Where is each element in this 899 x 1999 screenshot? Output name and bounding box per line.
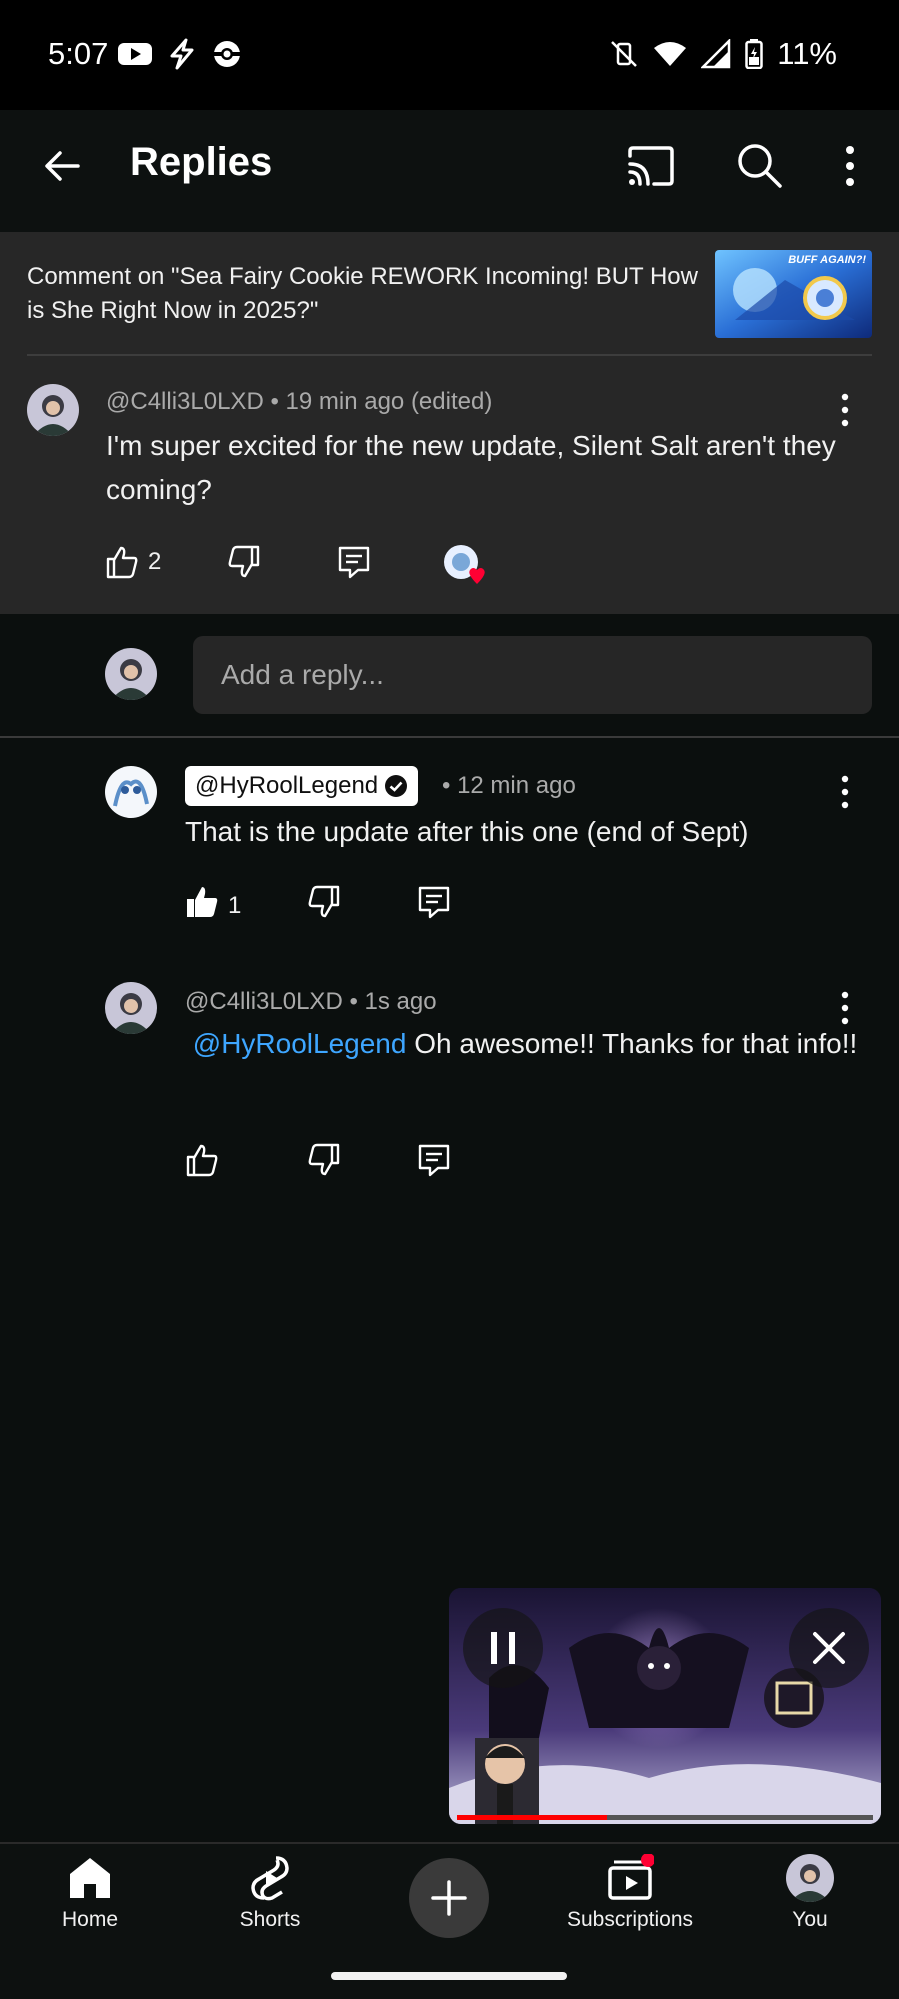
avatar[interactable] [27,384,79,436]
subscriptions-icon [608,1854,654,1900]
flash-app-icon [170,38,194,70]
reply-icon[interactable] [336,544,372,580]
page-title: Replies [130,140,273,184]
mention-link[interactable]: @HyRoolLegend [193,1028,407,1059]
close-mini-player-button[interactable] [789,1608,869,1688]
profile-avatar-icon [786,1854,834,1902]
reply-author-line: @C4lli3L0LXD • 1s ago [185,988,437,1016]
divider [27,354,872,356]
home-filled-icon [70,1858,110,1898]
creator-avatar-image [105,766,157,818]
divider [0,736,899,738]
home-indicator[interactable] [331,1972,567,1980]
nav-you-label: You [792,1908,828,1931]
creator-avatar-heart-icon [444,545,485,584]
comment-author[interactable]: @C4lli3L0LXD • 19 min ago (edited) [106,388,492,416]
youtube-notification-icon [118,43,152,65]
like-icon[interactable] [104,544,140,580]
nav-shorts-label: Shorts [239,1908,301,1931]
nav-you[interactable]: You [730,1854,890,1932]
reply-text: That is the update after this one (end o… [185,816,749,847]
pause-button[interactable] [463,1608,543,1688]
nav-subscriptions[interactable]: Subscriptions [550,1854,710,1932]
nav-home[interactable]: Home [10,1854,170,1932]
comment-text: I'm super excited for the new update, Si… [106,430,836,505]
status-bar: 5:07 11% [0,0,899,110]
like-count: 1 [228,892,242,919]
status-right-icons: 11% [609,36,837,72]
like-filled-icon[interactable] [184,884,220,920]
creator-heart-badge [443,544,487,588]
reply-text: Oh awesome!! Thanks for that info!! [414,1028,858,1059]
plus-icon [431,1880,467,1916]
comment-on-video-title[interactable]: Comment on "Sea Fairy Cookie REWORK Inco… [27,260,707,328]
nav-subscriptions-label: Subscriptions [566,1908,694,1931]
close-icon [813,1632,845,1664]
thumbnail-caption: BUFF AGAIN?! [788,254,866,266]
like-count: 2 [148,548,162,575]
parent-comment-panel: Comment on "Sea Fairy Cookie REWORK Inco… [0,232,899,614]
search-icon[interactable] [734,140,784,190]
comment-meta: • 19 min ago (edited) [270,388,493,415]
dislike-icon[interactable] [306,884,342,920]
verified-check-icon [385,775,408,797]
creator-handle-chip[interactable]: @HyRoolLegend [185,766,419,806]
app-bar: Replies [0,110,899,232]
reply-meta: • 1s ago [349,988,437,1015]
dislike-icon[interactable] [226,544,262,580]
create-button[interactable] [409,1858,489,1938]
user-avatar-image [105,648,157,700]
user-avatar-image [27,384,79,436]
avatar[interactable] [105,982,157,1034]
current-user-avatar [105,648,157,700]
user-avatar-image [105,982,157,1034]
reply-author: @HyRoolLegend [195,772,379,799]
reply-text-container: @HyRoolLegend Oh awesome!! Thanks for th… [185,1022,865,1066]
cell-signal-icon [701,39,731,69]
vibrate-off-icon [611,41,638,67]
cast-icon[interactable] [626,142,676,190]
dislike-icon[interactable] [306,1142,342,1178]
avatar[interactable] [105,766,157,818]
reply-meta: • 12 min ago [442,772,576,799]
back-arrow-icon[interactable] [38,142,86,190]
like-icon[interactable] [184,1142,220,1178]
wifi-icon [654,42,687,66]
reply-icon[interactable] [416,1142,452,1178]
battery-percent: 11% [777,36,837,71]
nav-home-label: Home [61,1908,119,1931]
status-notification-icons [118,38,242,70]
battery-icon [745,39,763,69]
pause-icon [491,1632,515,1664]
status-time: 5:07 [48,36,109,71]
nav-shorts[interactable]: Shorts [190,1854,350,1932]
shorts-icon [251,1856,289,1901]
reply-icon[interactable] [416,884,452,920]
reply-author[interactable]: @C4lli3L0LXD [185,988,343,1015]
mini-player-progress-bar [457,1815,607,1820]
video-thumbnail[interactable]: BUFF AGAIN?! [715,250,872,338]
add-reply-input[interactable] [193,636,872,714]
reply-composer [0,614,899,736]
more-options-icon[interactable] [838,142,862,190]
reply-more-icon[interactable] [835,772,855,812]
pokeball-icon [214,41,240,67]
mini-player[interactable] [449,1588,881,1824]
author-handle[interactable]: @C4lli3L0LXD [106,388,264,415]
